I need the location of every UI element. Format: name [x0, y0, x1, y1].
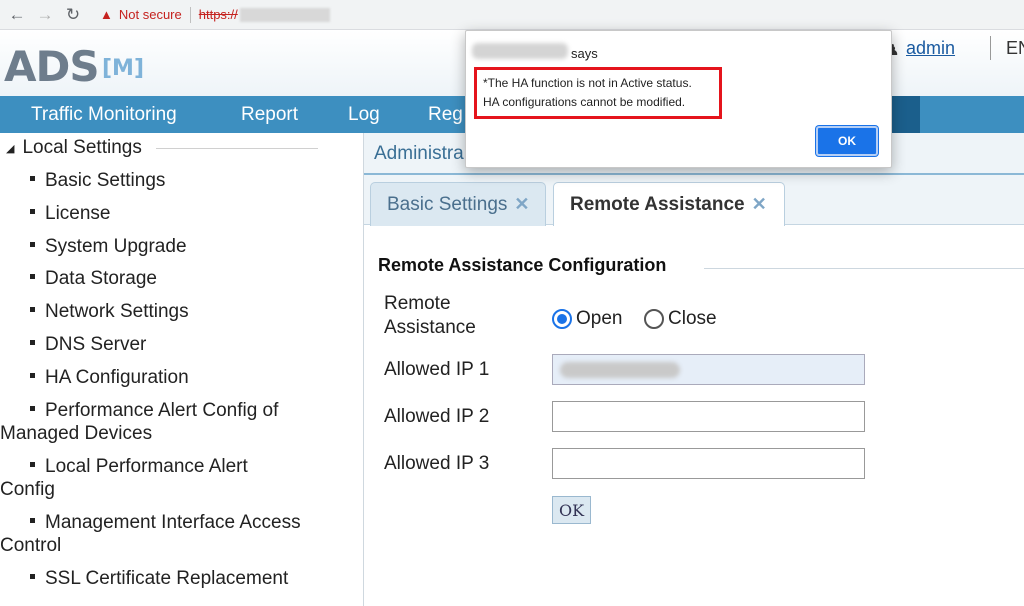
header-divider — [990, 36, 991, 60]
sidebar-item-label: Managed Devices — [0, 423, 153, 444]
url-scheme: https:// — [198, 7, 238, 22]
alert-dialog: says *The HA function is not in Active s… — [465, 30, 892, 168]
tab-basic-settings[interactable]: Basic Settings ✕ — [370, 182, 546, 226]
address-bar[interactable]: ▲ Not secure https:// — [100, 4, 330, 26]
sidebar-item-license[interactable]: License — [30, 202, 111, 225]
bullet-icon — [30, 518, 35, 524]
username-link[interactable]: admin — [906, 38, 955, 59]
remote-assistance-label-line2: Assistance — [384, 317, 476, 338]
remote-assistance-label-line1: Remote — [384, 293, 451, 314]
sidebar-item-management-interface[interactable]: Management Interface Access — [30, 511, 301, 534]
user-menu[interactable]: ♟ admin — [886, 38, 955, 59]
nav-log[interactable]: Log — [348, 96, 380, 133]
tab-label: Basic Settings — [387, 193, 508, 215]
radio-selected-icon[interactable] — [552, 309, 572, 329]
radio-open-label: Open — [576, 308, 623, 329]
sidebar-item-network-settings[interactable]: Network Settings — [30, 300, 189, 323]
sidebar-section-label: Local Settings — [22, 137, 142, 158]
sidebar-item-label: Performance Alert Config of — [45, 400, 279, 421]
sidebar-item-data-storage[interactable]: Data Storage — [30, 267, 157, 290]
sidebar-section-divider — [156, 148, 318, 149]
warning-triangle-icon: ▲ — [100, 7, 113, 22]
section-divider — [704, 268, 1024, 269]
dialog-says-label: says — [571, 46, 598, 61]
sidebar-item-performance-alert-managed[interactable]: Performance Alert Config of — [30, 399, 278, 422]
app-logo-suffix: [M] — [102, 56, 145, 81]
allowed-ip-3-label: Allowed IP 3 — [384, 453, 490, 474]
nav-traffic-monitoring[interactable]: Traffic Monitoring — [31, 96, 177, 133]
breadcrumb: Administra — [374, 143, 464, 164]
sidebar-section-local-settings[interactable]: ◢ Local Settings — [6, 137, 142, 159]
sidebar-item-label: System Upgrade — [45, 236, 187, 257]
nav-report[interactable]: Report — [241, 96, 298, 133]
radio-close[interactable]: Close — [644, 308, 717, 330]
sidebar-item-local-performance-alert[interactable]: Local Performance Alert — [30, 455, 248, 478]
collapse-triangle-icon[interactable]: ◢ — [6, 142, 14, 155]
sidebar-item-label: Control — [0, 535, 62, 556]
bullet-icon — [30, 242, 35, 248]
url-divider — [189, 6, 191, 23]
sidebar-item-label: Network Settings — [45, 301, 189, 322]
app-logo: ADS — [4, 42, 100, 91]
bullet-icon — [30, 307, 35, 313]
sidebar-item-label: Basic Settings — [45, 170, 166, 191]
radio-close-label: Close — [668, 308, 717, 329]
bullet-icon — [30, 176, 35, 182]
section-title: Remote Assistance Configuration — [378, 255, 667, 275]
tab-label: Remote Assistance — [570, 193, 745, 215]
radio-open[interactable]: Open — [552, 308, 622, 330]
bullet-icon — [30, 406, 35, 412]
dialog-origin-redacted — [472, 43, 568, 59]
allowed-ip-1-label: Allowed IP 1 — [384, 359, 490, 380]
back-arrow-icon[interactable]: ← — [6, 4, 28, 26]
allowed-ip-2-field[interactable] — [552, 401, 865, 432]
bullet-icon — [30, 209, 35, 215]
bullet-icon — [30, 274, 35, 280]
sidebar-item-management-interface-cont[interactable]: Control — [0, 534, 61, 557]
dialog-message-highlight: *The HA function is not in Active status… — [474, 67, 722, 119]
sidebar-item-dns-server[interactable]: DNS Server — [30, 333, 146, 356]
sidebar: ◢ Local Settings Basic Settings License … — [0, 133, 364, 606]
allowed-ip-3-field[interactable] — [552, 448, 865, 479]
dialog-ok-button[interactable]: OK — [816, 126, 878, 156]
form-ok-button[interactable]: OK — [552, 496, 591, 524]
not-secure-label: Not secure — [118, 7, 182, 22]
sidebar-item-label: Config — [0, 479, 55, 500]
main-content: Administra Basic Settings ✕ Remote Assis… — [364, 133, 1024, 606]
sidebar-item-label: HA Configuration — [45, 367, 189, 388]
tab-remote-assistance[interactable]: Remote Assistance ✕ — [553, 182, 785, 226]
sidebar-item-ssl-certificate[interactable]: SSL Certificate Replacement — [30, 567, 288, 590]
bullet-icon — [30, 340, 35, 346]
sidebar-item-label: DNS Server — [45, 334, 147, 355]
sidebar-item-label: SSL Certificate Replacement — [45, 568, 289, 589]
sidebar-item-system-upgrade[interactable]: System Upgrade — [30, 235, 187, 258]
bullet-icon — [30, 574, 35, 580]
allowed-ip-2-label: Allowed IP 2 — [384, 406, 490, 427]
sidebar-item-label: Management Interface Access — [45, 512, 301, 533]
url-host-redacted — [239, 7, 330, 22]
sidebar-item-performance-alert-managed-cont[interactable]: Managed Devices — [0, 422, 152, 445]
reload-icon[interactable]: ↻ — [62, 4, 84, 26]
tab-bar: Basic Settings ✕ Remote Assistance ✕ — [364, 175, 1024, 226]
forward-arrow-icon[interactable]: → — [34, 4, 56, 26]
sidebar-item-label: Data Storage — [45, 268, 157, 289]
dialog-message-line-1: *The HA function is not in Active status… — [483, 76, 692, 90]
bullet-icon — [30, 462, 35, 468]
sidebar-item-label: License — [45, 203, 111, 224]
radio-unselected-icon[interactable] — [644, 309, 664, 329]
language-switch[interactable]: EN — [1006, 38, 1024, 59]
browser-toolbar: ← → ↻ ▲ Not secure https:// — [0, 0, 1024, 30]
sidebar-item-ha-configuration[interactable]: HA Configuration — [30, 366, 189, 389]
bullet-icon — [30, 373, 35, 379]
sidebar-item-label: Local Performance Alert — [45, 456, 248, 477]
nav-reg[interactable]: Reg — [428, 96, 463, 133]
sidebar-item-basic-settings[interactable]: Basic Settings — [30, 169, 165, 192]
dialog-message-line-2: HA configurations cannot be modified. — [483, 95, 686, 109]
close-icon[interactable]: ✕ — [514, 194, 529, 215]
allowed-ip-1-redacted-value — [560, 362, 680, 378]
close-icon[interactable]: ✕ — [752, 194, 767, 215]
sidebar-item-local-performance-alert-cont[interactable]: Config — [0, 478, 55, 501]
